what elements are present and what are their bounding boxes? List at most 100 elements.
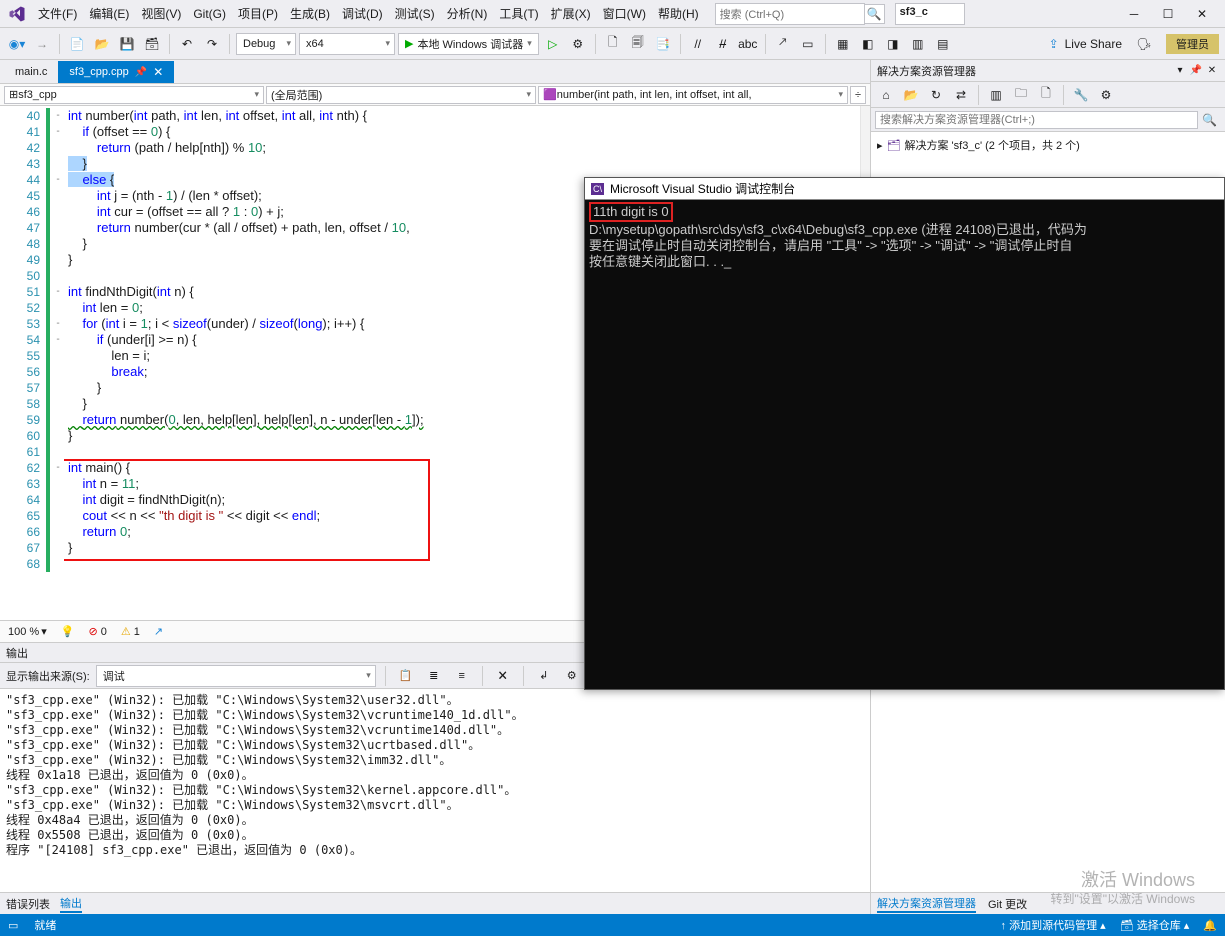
output-body[interactable]: "sf3_cpp.exe" (Win32): 已加载 "C:\Windows\S… [0,689,870,892]
menu-git[interactable]: Git(G) [187,3,232,25]
comment-icon[interactable]: // [687,33,709,55]
feedback-icon[interactable]: 🗣 [1133,33,1155,55]
redo-icon[interactable]: ↷ [201,33,223,55]
output-src-dropdown[interactable]: 调试 [96,665,376,687]
uncomment-icon[interactable]: // [712,33,734,55]
live-share-button[interactable]: ⇪Live Share [1041,37,1130,51]
tab-main-c[interactable]: main.c [4,61,58,83]
tb-icon-1[interactable]: 🗋 [602,33,624,55]
debug-console-window[interactable]: C\ Microsoft Visual Studio 调试控制台 11th di… [584,177,1225,690]
messages-icon[interactable]: ↗ [154,625,163,638]
close-button[interactable]: ✕ [1185,2,1219,26]
word-wrap-icon[interactable]: ↲ [533,665,555,687]
tab-sf3-cpp[interactable]: sf3_cpp.cpp 📌 ✕ [58,61,174,83]
lightbulb-icon[interactable]: 💡 [61,625,75,638]
open-icon[interactable]: 📂 [91,33,113,55]
se-icon-2[interactable]: 📂 [900,84,922,106]
live-share-label: Live Share [1065,37,1122,51]
platform-dropdown[interactable]: x64 [299,33,395,55]
tab-output[interactable]: 输出 [60,895,82,913]
tab-git[interactable]: Git 更改 [988,896,1027,912]
notif-icon[interactable]: 🔔 [1203,919,1217,932]
expand-icon[interactable]: ▸ [877,139,883,152]
search-go-icon[interactable]: 🔍 [1198,113,1221,127]
menu-edit[interactable]: 编辑(E) [83,1,135,26]
nav-back-icon[interactable]: ◉▾ [6,33,28,55]
search-icon[interactable]: 🔍 [865,4,885,24]
add-to-source[interactable]: ↑ 添加到源代码管理 ▴ [1001,917,1106,933]
minimize-button[interactable]: ─ [1117,2,1151,26]
scope-dropdown[interactable]: ⊞ sf3_cpp [4,86,264,104]
select-repo[interactable]: 🗃 选择仓库 ▴ [1120,917,1190,933]
se-icon-9[interactable]: ⚙ [1095,84,1117,106]
panel-menu-icon[interactable]: ▾ [1173,64,1187,78]
scope2-label: (全局范围) [271,87,322,103]
panel-pin-icon[interactable]: 📌 [1189,64,1203,78]
tab-error-list[interactable]: 错误列表 [6,896,50,912]
nav-split-icon[interactable]: ÷ [850,86,866,104]
menu-extensions[interactable]: 扩展(X) [545,1,597,26]
close-icon[interactable]: ✕ [153,65,163,79]
save-all-icon[interactable]: 🗃 [141,33,163,55]
tb-icon-c[interactable]: ▦ [832,33,854,55]
run-label: 本地 Windows 调试器 [417,36,523,52]
config-dropdown[interactable]: Debug [236,33,296,55]
warnings-count[interactable]: ⚠ 1 [121,625,140,638]
quick-search-input[interactable]: 搜索 (Ctrl+Q) [715,3,865,25]
member-dropdown[interactable]: 🟪 number(int path, int len, int offset, … [538,86,848,104]
se-icon-3[interactable]: ↻ [925,84,947,106]
tab-solution[interactable]: 解决方案资源管理器 [877,895,976,913]
tb-icon-3[interactable]: 📑 [652,33,674,55]
nav-fwd-icon[interactable]: → [31,33,53,55]
tab-label: sf3_cpp.cpp [69,66,128,78]
format-icon[interactable]: abc [737,33,759,55]
solution-root[interactable]: ▸ 🗂 解决方案 'sf3_c' (2 个项目，共 2 个) [877,136,1219,154]
tb-icon-2[interactable]: 🗐 [627,33,649,55]
menu-view[interactable]: 视图(V) [135,1,187,26]
zoom-level[interactable]: 100 % ▾ [8,625,47,638]
menu-window[interactable]: 窗口(W) [597,1,652,26]
admin-badge: 管理员 [1166,34,1219,54]
errors-count[interactable]: ⊘ 0 [88,625,106,638]
menu-build[interactable]: 生成(B) [284,1,336,26]
out-icon-1[interactable]: 📋 [395,665,417,687]
menu-tools[interactable]: 工具(T) [493,1,544,26]
out-settings-icon[interactable]: ⚙ [561,665,583,687]
save-icon[interactable]: 💾 [116,33,138,55]
window-controls: ─ ☐ ✕ [1117,2,1219,26]
solution-search-input[interactable] [875,111,1198,129]
panel-close-icon[interactable]: ✕ [1205,64,1219,78]
clear-output-icon[interactable]: 🗙 [492,665,514,687]
se-icon-8[interactable]: 🔧 [1070,84,1092,106]
menu-test[interactable]: 测试(S) [389,1,441,26]
out-icon-2[interactable]: ≣ [423,665,445,687]
maximize-button[interactable]: ☐ [1151,2,1185,26]
se-icon-5[interactable]: ▥ [985,84,1007,106]
new-file-icon[interactable]: 📄 [66,33,88,55]
tb-icon-d[interactable]: ◧ [857,33,879,55]
console-body[interactable]: 11th digit is 0 D:\mysetup\gopath\src\ds… [585,200,1224,689]
tb-icon-b[interactable]: ▭ [797,33,819,55]
console-titlebar[interactable]: C\ Microsoft Visual Studio 调试控制台 [585,178,1224,200]
se-icon-4[interactable]: ⇄ [950,84,972,106]
menu-project[interactable]: 项目(P) [232,1,284,26]
menu-file[interactable]: 文件(F) [32,1,83,26]
menu-debug[interactable]: 调试(D) [336,1,389,26]
code-nav-bar: ⊞ sf3_cpp (全局范围) 🟪 number(int path, int … [0,84,870,106]
menu-analyze[interactable]: 分析(N) [441,1,494,26]
se-icon-6[interactable]: 🗀 [1010,84,1032,106]
start-without-debug-icon[interactable]: ▷ [542,33,564,55]
attach-icon[interactable]: ⚙ [567,33,589,55]
start-debug-button[interactable]: ▶本地 Windows 调试器▾ [398,33,539,55]
tb-icon-a[interactable]: 🡕 [772,33,794,55]
tb-icon-g[interactable]: ▤ [932,33,954,55]
menu-help[interactable]: 帮助(H) [652,1,705,26]
scope2-dropdown[interactable]: (全局范围) [266,86,536,104]
pin-icon[interactable]: 📌 [135,67,147,78]
tb-icon-f[interactable]: ▥ [907,33,929,55]
tb-icon-e[interactable]: ◨ [882,33,904,55]
home-icon[interactable]: ⌂ [875,84,897,106]
undo-icon[interactable]: ↶ [176,33,198,55]
se-icon-7[interactable]: 🗋 [1035,84,1057,106]
out-icon-3[interactable]: ≡ [451,665,473,687]
